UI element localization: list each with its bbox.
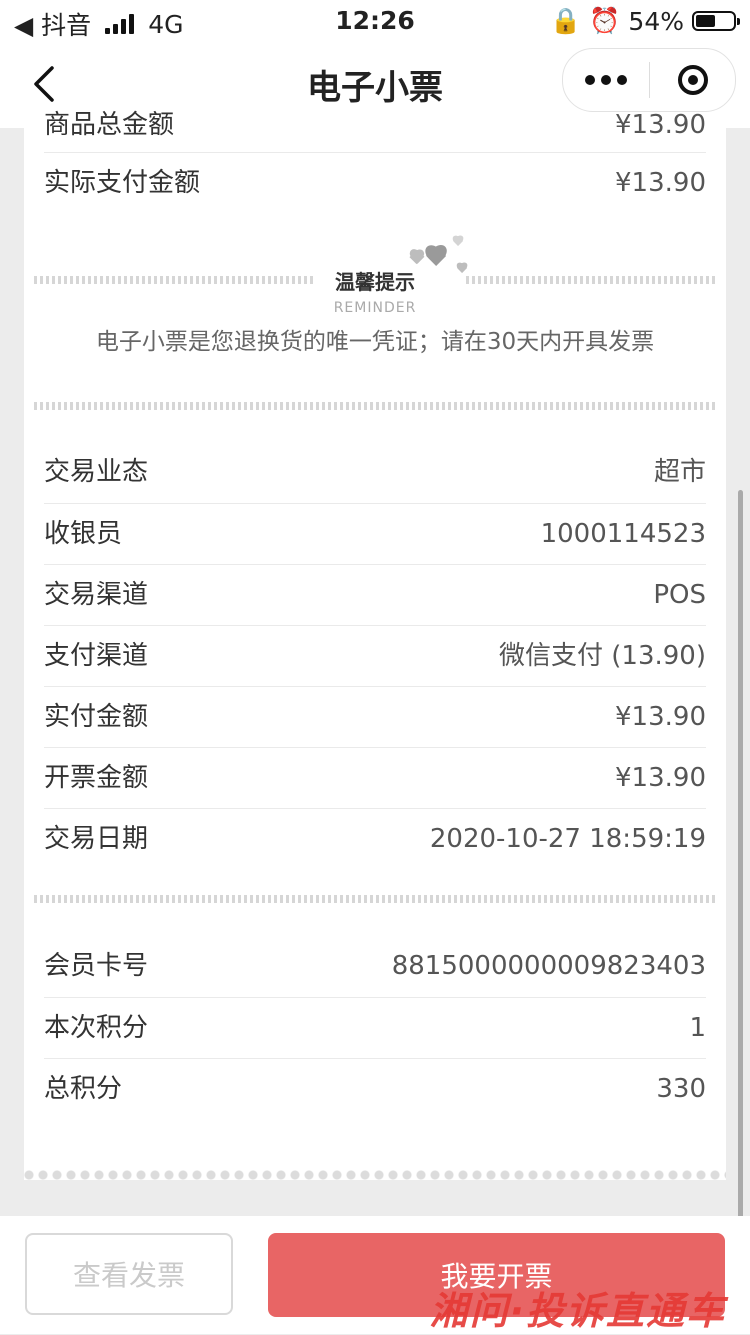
- receipt-row: 实付金额 ¥13.90: [44, 686, 706, 748]
- row-label: 总积分: [44, 1074, 123, 1104]
- row-value: ¥13.90: [615, 110, 706, 140]
- receipt-row: 开票金额 ¥13.90: [44, 747, 706, 809]
- row-value: POS: [653, 580, 706, 610]
- dashed-divider: [34, 895, 716, 903]
- receipt-row: 本次积分 1: [44, 997, 706, 1059]
- heart-decoration-icon: [409, 250, 425, 265]
- receipt-row: 会员卡号 8815000000009823403: [44, 936, 706, 997]
- battery-fill: [696, 15, 715, 27]
- row-label: 交易业态: [44, 457, 149, 487]
- receipt-row: 实际支付金额 ¥13.90: [44, 152, 706, 214]
- battery-icon: [692, 11, 740, 31]
- receipt-scalloped-edge: [24, 1170, 726, 1180]
- reminder-text: 电子小票是您退换货的唯一凭证；请在30天内开具发票: [95, 329, 655, 355]
- status-bar: ◀ 抖音 4G 12:26 🔒 ⏰ 54%: [0, 0, 750, 40]
- row-value: 330: [656, 1074, 706, 1104]
- row-value: 8815000000009823403: [391, 951, 706, 981]
- heart-decoration-icon: [424, 246, 448, 268]
- receipt-row: 支付渠道 微信支付 (13.90): [44, 625, 706, 687]
- row-value: 2020-10-27 18:59:19: [429, 824, 706, 854]
- row-value: 1000114523: [540, 519, 706, 549]
- row-label: 交易渠道: [44, 580, 149, 610]
- dashed-divider: [34, 402, 716, 410]
- more-icon[interactable]: [563, 75, 649, 85]
- receipt-row: 交易业态 超市: [44, 442, 706, 503]
- status-right: 🔒 ⏰ 54%: [550, 6, 740, 36]
- reminder-subtitle: REMINDER: [333, 300, 417, 316]
- row-value: ¥13.90: [615, 168, 706, 198]
- row-label: 实际支付金额: [44, 168, 201, 198]
- battery-percent: 54%: [628, 6, 684, 36]
- row-label: 商品总金额: [44, 110, 175, 140]
- row-value: ¥13.90: [615, 763, 706, 793]
- row-value: 超市: [653, 457, 706, 487]
- watermark: 湘问·投诉直通车: [429, 1289, 726, 1333]
- row-label: 开票金额: [44, 763, 149, 793]
- target-icon: [677, 65, 708, 95]
- row-label: 会员卡号: [44, 951, 149, 981]
- receipt-card: 商品总金额 ¥13.90 实际支付金额 ¥13.90 温馨提示 REMINDER…: [24, 110, 726, 1180]
- receipt-row: 商品总金额 ¥13.90: [44, 95, 706, 156]
- heart-decoration-icon: [452, 236, 464, 247]
- rotation-lock-icon: 🔒: [550, 6, 582, 35]
- close-mini-program-button[interactable]: [650, 65, 735, 95]
- row-label: 支付渠道: [44, 641, 149, 671]
- scrollbar[interactable]: [738, 490, 743, 1220]
- row-value: 1: [689, 1013, 706, 1043]
- receipt-row: 交易日期 2020-10-27 18:59:19: [44, 808, 706, 870]
- row-value: ¥13.90: [615, 702, 706, 732]
- reminder-title: 温馨提示: [335, 270, 415, 294]
- receipt-row: 总积分 330: [44, 1058, 706, 1120]
- receipt-row: 收银员 1000114523: [44, 503, 706, 565]
- view-invoice-button[interactable]: 查看发票: [25, 1233, 233, 1315]
- row-label: 收银员: [44, 519, 123, 549]
- row-label: 交易日期: [44, 824, 149, 854]
- row-label: 实付金额: [44, 702, 149, 732]
- receipt-row: 交易渠道 POS: [44, 564, 706, 626]
- row-label: 本次积分: [44, 1013, 149, 1043]
- alarm-icon: ⏰: [589, 6, 621, 35]
- row-value: 微信支付 (13.90): [499, 641, 706, 671]
